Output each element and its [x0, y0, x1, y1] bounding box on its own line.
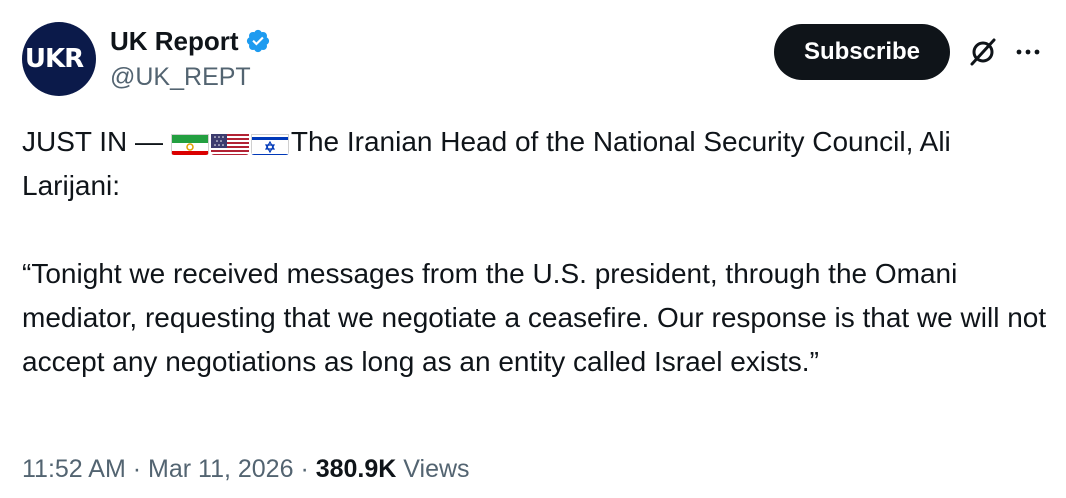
us-flag-icon	[210, 129, 249, 155]
views-label: Views	[403, 455, 470, 483]
tweet-time[interactable]: 11:52 AM	[22, 455, 126, 483]
tweet-card: UKR UK Report @UK_REPT Subscribe JUST IN…	[0, 0, 1066, 498]
avatar-logo-text: UKR	[24, 44, 84, 74]
subscribe-button[interactable]: Subscribe	[773, 24, 950, 80]
meta-separator: ·	[300, 455, 309, 483]
avatar[interactable]: UKR	[22, 22, 96, 96]
tweet-quote: “Tonight we received messages from the U…	[22, 258, 1047, 377]
display-name[interactable]: UK Report	[110, 24, 239, 58]
views-count[interactable]: 380.9K	[316, 455, 397, 483]
more-icon[interactable]	[1012, 36, 1044, 68]
verified-badge-icon	[245, 28, 271, 54]
author-identity: UK Report @UK_REPT	[110, 24, 271, 94]
tweet-headline-paragraph: JUST IN — The Iranian Head of the Nation…	[22, 120, 1052, 208]
header-actions: Subscribe	[773, 24, 1044, 80]
author-handle[interactable]: @UK_REPT	[110, 60, 271, 94]
tweet-text: JUST IN — The Iranian Head of the Nation…	[22, 120, 1052, 384]
name-row: UK Report	[110, 24, 271, 58]
tweet-date[interactable]: Mar 11, 2026	[148, 455, 293, 483]
tweet-prefix: JUST IN —	[22, 126, 164, 157]
tweet-header: UKR UK Report @UK_REPT Subscribe	[22, 22, 1044, 98]
grok-icon[interactable]	[966, 35, 1000, 69]
tweet-meta: 11:52 AM · Mar 11, 2026 · 380.9K Views	[22, 452, 470, 486]
israel-flag-icon	[250, 129, 289, 155]
iran-flag-icon	[170, 129, 209, 155]
meta-separator: ·	[132, 455, 142, 483]
